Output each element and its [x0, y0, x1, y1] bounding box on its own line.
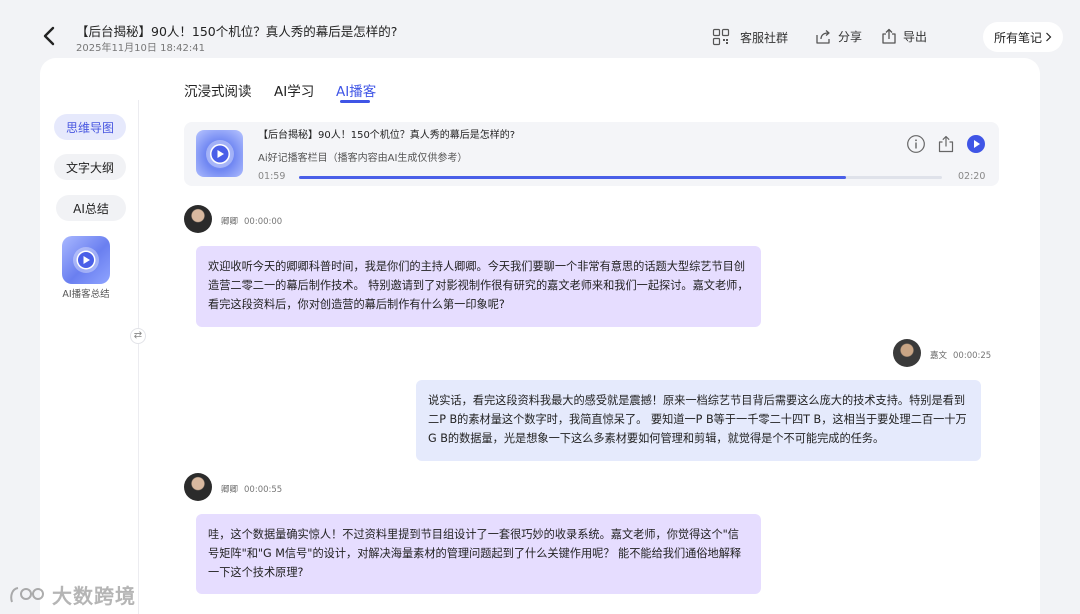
- back-button[interactable]: [42, 26, 62, 48]
- sidebar-item-outline[interactable]: 文字大纲: [54, 154, 126, 180]
- top-bar: 【后台揭秘】90人！150个机位？真人秀的幕后是怎样的? 2025年11月10日…: [0, 0, 1080, 62]
- export-icon: [882, 28, 896, 44]
- player-share-button[interactable]: [936, 134, 956, 154]
- host-avatar: [184, 205, 212, 233]
- play-icon: [967, 135, 985, 153]
- transcript-bubble-host: 欢迎收听今天的卿卿科普时间，我是你们的主持人卿卿。今天我们要聊一个非常有意思的话…: [196, 246, 761, 327]
- speaker-time: 00:00:00: [244, 217, 283, 227]
- progress-fill: [299, 176, 846, 179]
- document-title: 【后台揭秘】90人！150个机位？真人秀的幕后是怎样的?: [76, 24, 398, 39]
- speaker-meta: 卿卿 00:00:55: [221, 483, 282, 495]
- host-avatar: [184, 473, 212, 501]
- speaker-name: 嘉文: [930, 351, 948, 361]
- play-icon: [205, 139, 234, 168]
- logo-icon: [10, 586, 44, 602]
- chevron-right-icon: [1046, 32, 1052, 42]
- player-total-time: 02:20: [958, 171, 986, 182]
- watermark-text: 大数跨境: [52, 584, 136, 608]
- all-notes-label: 所有笔记: [993, 30, 1042, 45]
- podcast-player: 【后台揭秘】90人！150个机位？真人秀的幕后是怎样的? Ai好记播客栏目（播客…: [184, 122, 999, 186]
- export-button[interactable]: 导出: [881, 28, 927, 45]
- sidebar-podcast-label: AI播客总结: [62, 289, 110, 300]
- sidebar-item-label: AI总结: [73, 201, 109, 216]
- document-date: 2025年11月10日 18:42:41: [76, 43, 205, 54]
- active-tab-indicator: [340, 100, 370, 103]
- tab-ai-learning[interactable]: AI学习: [274, 80, 314, 100]
- community-label: 客服社群: [740, 30, 789, 45]
- transcript-bubble-host: 哇，这个数据量确实惊人！不过资料里提到节目组设计了一套很巧妙的收录系统。嘉文老师…: [196, 514, 761, 594]
- sidebar-item-mindmap[interactable]: 思维导图: [54, 114, 126, 140]
- speaker-name: 卿卿: [221, 217, 239, 227]
- sidebar-divider: [138, 100, 139, 614]
- speaker-time: 00:00:55: [244, 485, 283, 495]
- speaker-name: 卿卿: [221, 485, 239, 495]
- community-button[interactable]: 客服社群: [712, 28, 788, 46]
- collapse-toggle-button[interactable]: ⇄: [130, 328, 146, 344]
- speaker-meta: 嘉文 00:00:25: [930, 349, 991, 361]
- play-button[interactable]: [966, 134, 986, 154]
- player-title: 【后台揭秘】90人！150个机位？真人秀的幕后是怎样的?: [258, 130, 516, 141]
- podcast-cover: [196, 130, 243, 177]
- tab-immersive-reading[interactable]: 沉浸式阅读: [184, 80, 252, 100]
- share-label: 分享: [838, 30, 863, 44]
- guest-avatar: [893, 339, 921, 367]
- sidebar-item-label: 文字大纲: [65, 160, 114, 175]
- info-icon: [907, 135, 925, 153]
- export-label: 导出: [903, 30, 928, 44]
- info-button[interactable]: [906, 134, 926, 154]
- progress-bar[interactable]: [299, 176, 942, 179]
- share-icon: [938, 135, 954, 153]
- player-current-time: 01:59: [258, 171, 286, 182]
- sidebar-item-label: 思维导图: [65, 120, 114, 135]
- chevron-left-icon: [43, 26, 55, 46]
- speaker-meta: 卿卿 00:00:00: [221, 215, 282, 227]
- share-icon: [816, 29, 830, 44]
- all-notes-button[interactable]: 所有笔记: [983, 22, 1063, 52]
- sidebar-item-ai-summary[interactable]: AI总结: [56, 195, 126, 221]
- transcript-bubble-guest: 说实话，看完这段资料我最大的感受就是震撼！原来一档综艺节目背后需要这么庞大的技术…: [416, 380, 981, 461]
- watermark: 大数跨境: [8, 580, 136, 609]
- qr-grid-icon: [712, 28, 730, 46]
- player-subtitle: Ai好记播客栏目（播客内容由AI生成仅供参考）: [258, 153, 468, 164]
- speaker-time: 00:00:25: [953, 351, 992, 361]
- sidebar-item-podcast[interactable]: [62, 236, 110, 284]
- share-button[interactable]: 分享: [815, 28, 862, 45]
- podcast-play-icon: [73, 247, 99, 273]
- tab-ai-podcast[interactable]: AI播客: [336, 80, 376, 100]
